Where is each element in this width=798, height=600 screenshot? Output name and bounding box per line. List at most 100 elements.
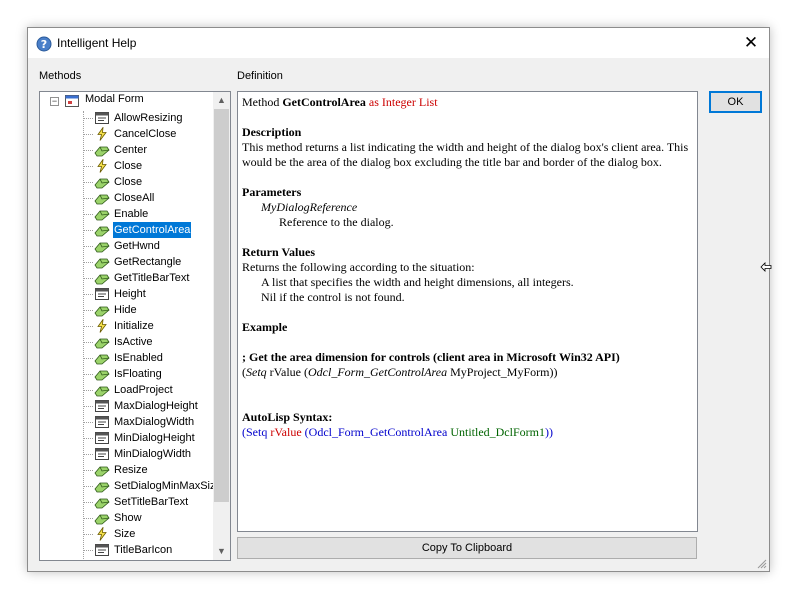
ok-button[interactable]: OK [709,91,762,113]
methods-label: Methods [39,70,82,82]
tree-item-label[interactable]: TitleBarIcon [113,542,173,558]
property-icon [94,543,110,557]
tree-connector [83,294,93,295]
tree-item-label[interactable]: TitleBarText [113,558,173,560]
tree-item-label[interactable]: IsActive [113,334,154,350]
description-heading: Description [242,125,302,139]
tree-scrollbar[interactable]: ▲ ▼ [213,92,230,560]
close-button[interactable]: ✕ [733,28,769,58]
tree-item-label[interactable]: Initialize [113,318,155,334]
method-icon [94,383,110,397]
definition-label: Definition [237,70,283,82]
tree-item-label[interactable]: SetDialogMinMaxSizes [113,478,228,494]
tree-connector [83,454,93,455]
tree-item-label[interactable]: Size [113,526,136,542]
tree-connector [83,422,93,423]
example-code: (Setq rValue (Odcl_Form_GetControlArea M… [242,365,558,379]
tree-connector [83,182,93,183]
tree-item-label[interactable]: MinDialogWidth [113,446,192,462]
tree-root-label[interactable]: Modal Form [85,93,144,105]
event-icon [94,126,110,141]
method-icon [94,479,110,493]
tree-item-label[interactable]: Hide [113,302,138,318]
tree-connector [83,262,93,263]
example-comment: ; Get the area dimension for controls (c… [242,350,620,364]
tree-item-label[interactable]: Enable [113,206,149,222]
event-icon [94,526,110,541]
method-icon [94,463,110,477]
tree-connector [83,246,93,247]
method-icon [94,335,110,349]
property-icon [94,287,110,301]
tree-item-label[interactable]: AllowResizing [113,110,183,126]
svg-text:?: ? [41,38,47,51]
tree-connector [83,166,93,167]
parameter-description: Reference to the dialog. [279,215,394,229]
tree-item-label[interactable]: SetTitleBarText [113,494,189,510]
tree-item-label[interactable]: MaxDialogWidth [113,414,195,430]
tree-item-label[interactable]: LoadProject [113,382,174,398]
tree-connector [83,214,93,215]
tree-item-label[interactable]: IsEnabled [113,350,164,366]
tree-connector [83,342,93,343]
tree-connector [83,374,93,375]
return-values-heading: Return Values [242,245,316,259]
method-icon [94,511,110,525]
method-icon [94,239,110,253]
copy-to-clipboard-button[interactable]: Copy To Clipboard [237,537,697,559]
method-icon [94,271,110,285]
method-icon [94,303,110,317]
definition-panel: Method GetControlArea as Integer List De… [237,91,698,532]
methods-tree[interactable]: − Modal Form AllowResizing CancelClose Cen… [39,91,231,561]
tree-item-label[interactable]: Resize [113,462,149,478]
scroll-down-icon[interactable]: ▼ [213,543,230,560]
close-icon: ✕ [743,33,759,52]
method-icon [94,495,110,509]
collapse-icon[interactable]: − [50,97,59,106]
tree-line [83,111,84,560]
method-icon [94,143,110,157]
autolisp-code: (Setq rValue (Odcl_Form_GetControlArea U… [242,425,553,439]
tree-item-label[interactable]: IsFloating [113,366,163,382]
parameter-name: MyDialogReference [261,200,358,214]
tree-connector [83,230,93,231]
tree-item-label[interactable]: CancelClose [113,126,177,142]
tree-item-label[interactable]: GetHwnd [113,238,161,254]
parameters-heading: Parameters [242,185,302,199]
tree-connector [83,118,93,119]
property-icon [94,111,110,125]
tree-item-label[interactable]: Height [113,286,147,302]
method-icon [94,351,110,365]
tree-item-label[interactable]: CloseAll [113,190,155,206]
property-icon [94,559,110,560]
tree-item-label[interactable]: Show [113,510,143,526]
scroll-up-icon[interactable]: ▲ [213,92,230,109]
tree-connector [83,358,93,359]
scroll-thumb[interactable] [214,109,229,502]
tree-connector [83,470,93,471]
tree-connector [83,406,93,407]
tree-item-label[interactable]: Center [113,142,148,158]
tree-item-label[interactable]: Close [113,158,143,174]
tree-connector [83,278,93,279]
tree-connector [83,134,93,135]
method-icon [94,175,110,189]
tree-item-label[interactable]: GetRectangle [113,254,182,270]
tree-item-label[interactable]: GetControlArea [113,222,192,238]
autolisp-heading: AutoLisp Syntax: [242,410,333,424]
tree-connector [83,518,93,519]
method-icon [94,207,110,221]
tree-item-label[interactable]: Close [113,174,143,190]
tree-connector [83,390,93,391]
title-bar: ? Intelligent Help ✕ [28,28,769,58]
tree-connector [83,198,93,199]
tree-connector [83,310,93,311]
tree-item-label[interactable]: MinDialogHeight [113,430,196,446]
tree-item-label[interactable]: MaxDialogHeight [113,398,199,414]
method-icon [94,223,110,237]
tree-connector [83,502,93,503]
resize-grip-icon[interactable] [757,559,767,569]
window-title: Intelligent Help [57,36,137,50]
tree-item-label[interactable]: GetTitleBarText [113,270,190,286]
property-icon [94,399,110,413]
